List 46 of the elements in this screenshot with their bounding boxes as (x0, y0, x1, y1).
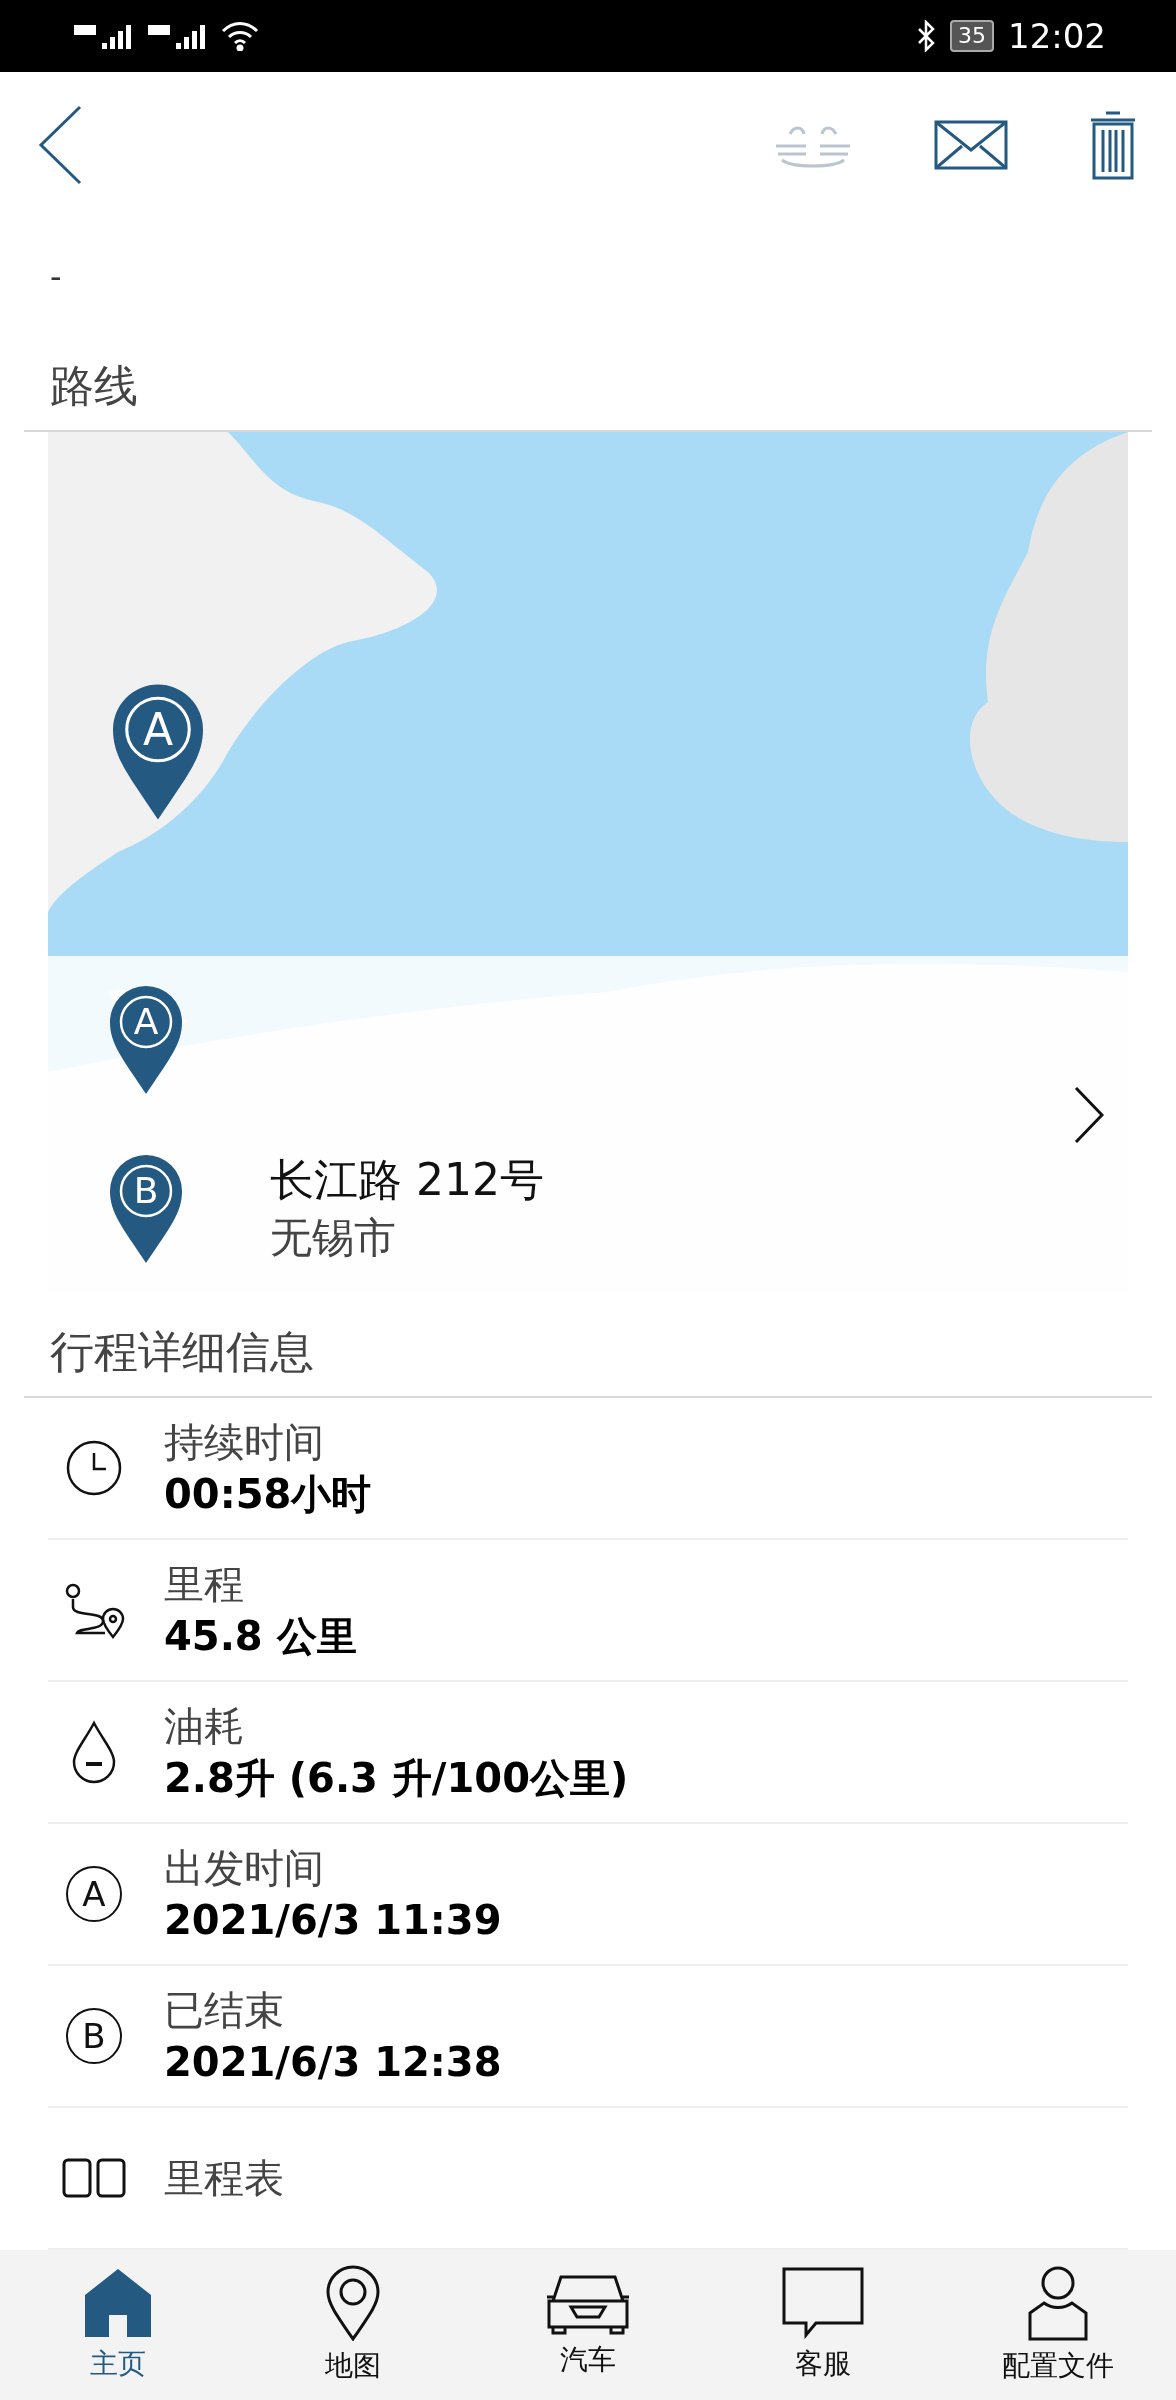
end-marker-icon (108, 1152, 184, 1265)
chat-icon (782, 2267, 865, 2339)
detail-label: 已结束 (164, 1986, 285, 2035)
marker-letter: A (132, 1002, 160, 1043)
detail-value: 45.8 公里 (164, 1612, 357, 1661)
map-pin-icon (324, 2265, 381, 2341)
marker-letter: B (132, 1170, 160, 1211)
drop-icon (71, 1720, 117, 1784)
clock-icon (65, 1439, 123, 1497)
chevron-right-icon (1074, 1086, 1104, 1144)
route-icon (63, 1581, 125, 1639)
delete-button[interactable] (1088, 109, 1138, 180)
nav-tab[interactable]: 配置文件 (940, 2250, 1176, 2400)
person-icon (1026, 2265, 1091, 2341)
detail-label: 出发时间 (164, 1844, 325, 1893)
map-marker-icon (110, 682, 206, 822)
gauge-icon (62, 2158, 126, 2198)
mail-button[interactable] (934, 119, 1008, 170)
mail-icon (934, 119, 1008, 170)
nav-tab[interactable]: 地图 (235, 2250, 471, 2400)
back-button[interactable] (38, 104, 82, 185)
nav-tab[interactable]: 汽车 (470, 2250, 706, 2400)
nav-tab[interactable]: 客服 (705, 2250, 941, 2400)
wifi-icon (220, 21, 260, 51)
nav-tab[interactable]: 主页 (0, 2250, 236, 2400)
bluetooth-icon (916, 20, 936, 52)
detail-value: 2.8升 (6.3 升/100公里) (164, 1754, 629, 1803)
home-icon (82, 2267, 153, 2339)
detail-value: 00:58小时 (164, 1470, 372, 1519)
detail-label: 油耗 (164, 1702, 245, 1751)
detail-value: 2021/6/3 11:39 (164, 1896, 502, 1945)
section-title: 行程详细信息 (24, 1323, 1152, 1398)
circle-letter-icon: A (66, 1866, 122, 1922)
detail-label: 里程表 (164, 2154, 284, 2203)
street-address: 长江路 212号 (270, 1153, 544, 1208)
trash-icon (1088, 109, 1138, 180)
city-name: 无锡市 (270, 1212, 397, 1265)
route-card[interactable]: A B 长江路 212号 无锡市 (48, 956, 1128, 1293)
detail-value: 2021/6/3 12:38 (164, 2038, 502, 2087)
clock-time: 12:02 (1008, 16, 1106, 56)
circle-letter-icon: B (66, 2008, 122, 2064)
detail-label: 里程 (164, 1560, 245, 1609)
field-value: - (50, 257, 62, 297)
detail-label: 持续时间 (164, 1418, 325, 1467)
marker-letter: A (141, 708, 175, 752)
battery-level: 35 (950, 20, 994, 52)
